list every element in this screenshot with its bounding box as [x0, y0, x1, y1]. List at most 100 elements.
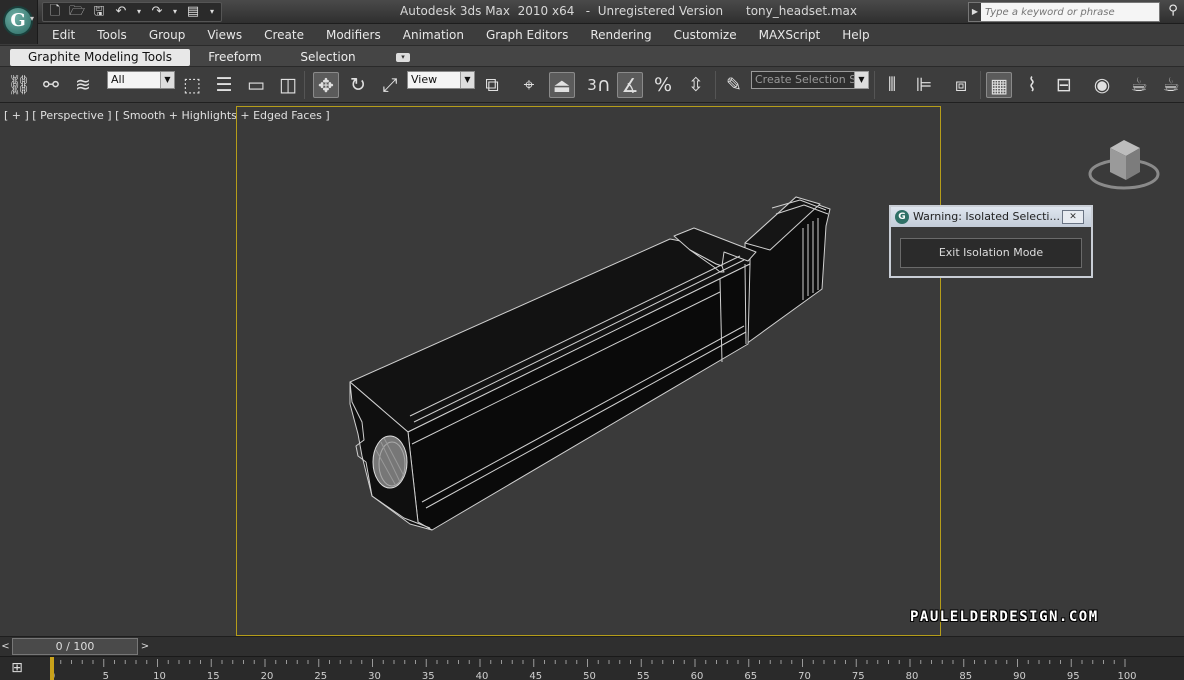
pivot-center-icon[interactable]: ⧉ [479, 72, 505, 98]
snaps-toggle-icon[interactable]: 3∩ [586, 72, 612, 98]
track-bar-ruler[interactable]: 0510152025303540455055606570758085909510… [50, 657, 1180, 680]
menu-maxscript[interactable]: MAXScript [751, 28, 829, 42]
menu-customize[interactable]: Customize [666, 28, 745, 42]
dialog-title-bar[interactable]: G Warning: Isolated Selecti... ✕ [891, 207, 1091, 227]
bind-to-space-warp-icon[interactable]: ≋ [70, 72, 96, 98]
ruler-label-40: 40 [476, 671, 489, 680]
quick-access-dropdown-icon[interactable]: ▾ [207, 4, 217, 20]
ruler-label-35: 35 [422, 671, 435, 680]
redo-icon[interactable]: ↷ [149, 4, 165, 20]
time-slider: < 0 / 100 > [0, 636, 1184, 656]
menu-help[interactable]: Help [834, 28, 877, 42]
angle-snap-icon[interactable]: ∡ [617, 72, 643, 98]
undo-dropdown-icon[interactable]: ▾ [135, 4, 143, 20]
ruler-label-80: 80 [906, 671, 919, 680]
dialog-title: Warning: Isolated Selecti... [913, 210, 1060, 223]
keyboard-shortcut-override-icon[interactable]: ⏏ [549, 72, 575, 98]
menu-tools[interactable]: Tools [89, 28, 135, 42]
ruler-label-50: 50 [583, 671, 596, 680]
search-input[interactable] [981, 6, 1151, 18]
binoculars-icon[interactable]: ⚲ [1164, 3, 1182, 21]
edit-named-selection-icon[interactable]: ✎ [721, 72, 747, 98]
ruler-label-45: 45 [529, 671, 542, 680]
tab-graphite-modeling-tools[interactable]: Graphite Modeling Tools [10, 49, 190, 66]
next-frame-icon[interactable]: > [138, 639, 152, 655]
spinner-snap-icon[interactable]: ⇳ [683, 72, 709, 98]
mini-curve-editor-icon[interactable]: ⊞ [6, 660, 28, 678]
percent-snap-icon[interactable]: % [650, 72, 676, 98]
safe-frame [236, 106, 941, 636]
ribbon-toggle-icon[interactable]: ▾ [396, 53, 410, 62]
schematic-view-icon[interactable]: ⊟ [1051, 72, 1077, 98]
ruler-label-90: 90 [1013, 671, 1026, 680]
ruler-label-5: 5 [103, 671, 109, 680]
tab-freeform[interactable]: Freeform [200, 49, 270, 66]
align-icon[interactable]: ⊫ [911, 72, 937, 98]
undo-icon[interactable]: ↶ [113, 4, 129, 20]
select-and-manipulate-icon[interactable]: ⌖ [516, 72, 542, 98]
material-editor-icon[interactable]: ◉ [1089, 72, 1115, 98]
current-frame-marker [50, 657, 54, 680]
viewcube-icon[interactable] [1088, 134, 1162, 196]
toolbar-separator [715, 71, 716, 99]
perspective-viewport[interactable]: [ + ] [ Perspective ] [ Smooth + Highlig… [0, 104, 1184, 636]
menu-bar: Edit Tools Group Views Create Modifiers … [38, 24, 1184, 45]
selection-filter-value: All [111, 73, 125, 86]
redo-dropdown-icon[interactable]: ▾ [171, 4, 179, 20]
app-menu-arrow-icon: ▾ [30, 14, 35, 23]
menu-modifiers[interactable]: Modifiers [318, 28, 389, 42]
layer-manager-icon[interactable]: ⧈ [948, 72, 974, 98]
search-expand-icon[interactable]: ▶ [969, 3, 981, 21]
render-setup-icon[interactable]: ☕ [1126, 72, 1152, 98]
select-by-name-icon[interactable]: ☰ [211, 72, 237, 98]
application-button[interactable]: G ▾ [0, 0, 38, 44]
toolbar-separator [304, 71, 305, 99]
select-and-link-icon[interactable]: ⛓ [6, 72, 32, 98]
chevron-down-icon: ▼ [854, 72, 868, 88]
menu-edit[interactable]: Edit [44, 28, 83, 42]
select-and-move-icon[interactable]: ✥ [313, 72, 339, 98]
rectangular-selection-icon[interactable]: ▭ [243, 72, 269, 98]
select-and-rotate-icon[interactable]: ↻ [345, 72, 371, 98]
app-logo-icon: G [3, 6, 33, 36]
3dsmax-logo-icon: G [895, 210, 909, 224]
ribbon-tab-bar: Graphite Modeling Tools Freeform Selecti… [0, 45, 1184, 67]
save-icon[interactable]: 🖫 [91, 4, 107, 20]
infocenter-search: ▶ [968, 2, 1160, 22]
window-crossing-icon[interactable]: ◫ [275, 72, 301, 98]
ruler-label-70: 70 [798, 671, 811, 680]
reference-coordinate-dropdown[interactable]: View ▼ [407, 71, 475, 89]
named-selection-placeholder: Create Selection Se [755, 73, 863, 86]
menu-animation[interactable]: Animation [395, 28, 472, 42]
tab-selection[interactable]: Selection [292, 49, 364, 66]
time-slider-thumb[interactable]: 0 / 100 [12, 638, 138, 655]
selection-filter-dropdown[interactable]: All ▼ [107, 71, 175, 89]
ruler-label-25: 25 [314, 671, 327, 680]
curve-editor-icon[interactable]: ⌇ [1019, 72, 1045, 98]
previous-frame-icon[interactable]: < [0, 639, 11, 655]
render-production-icon[interactable]: ☕ [1158, 72, 1184, 98]
named-selection-sets-dropdown[interactable]: Create Selection Se ▼ [751, 71, 869, 89]
menu-rendering[interactable]: Rendering [582, 28, 659, 42]
select-object-icon[interactable]: ⬚ [179, 72, 205, 98]
ruler-label-75: 75 [852, 671, 865, 680]
ruler-label-55: 55 [637, 671, 650, 680]
open-folder-icon[interactable]: 🗁 [69, 4, 85, 20]
title-bar: 🗋 🗁 🖫 ↶ ▾ ↷ ▾ ▤ ▾ Autodesk 3ds Max 2010 … [0, 0, 1184, 24]
menu-group[interactable]: Group [141, 28, 194, 42]
exit-isolation-mode-button[interactable]: Exit Isolation Mode [900, 238, 1082, 268]
menu-views[interactable]: Views [199, 28, 250, 42]
menu-graph-editors[interactable]: Graph Editors [478, 28, 576, 42]
chevron-down-icon: ▼ [160, 72, 174, 88]
unlink-icon[interactable]: ⚯ [38, 72, 64, 98]
select-and-scale-icon[interactable]: ⤢ [377, 72, 403, 98]
mirror-icon[interactable]: ⫴ [879, 72, 905, 98]
graphite-toggle-icon[interactable]: ▦ [986, 72, 1012, 98]
menu-create[interactable]: Create [256, 28, 312, 42]
ruler-label-10: 10 [153, 671, 166, 680]
track-bar: ⊞ 05101520253035404550556065707580859095… [0, 656, 1184, 680]
project-folder-icon[interactable]: ▤ [185, 4, 201, 20]
ruler-label-95: 95 [1067, 671, 1080, 680]
new-file-icon[interactable]: 🗋 [47, 4, 63, 20]
close-icon[interactable]: ✕ [1062, 210, 1084, 224]
